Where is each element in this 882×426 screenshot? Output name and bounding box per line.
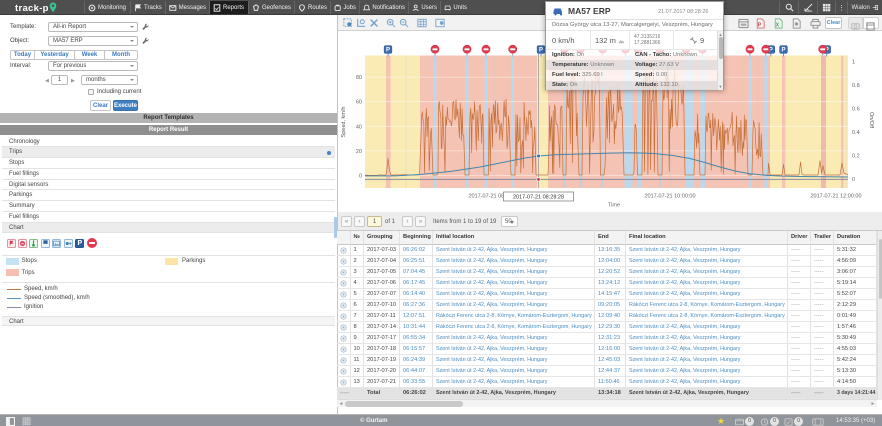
svg-text:2017-07-21 10:00:00: 2017-07-21 10:00:00: [644, 194, 695, 200]
svg-text:X: X: [776, 22, 780, 28]
svg-text:0: 0: [359, 174, 362, 180]
svg-text:Speed, km/h: Speed, km/h: [341, 107, 347, 138]
svg-text:2017-07-21 08:28:28: 2017-07-21 08:28:28: [513, 195, 564, 201]
svg-text:P: P: [539, 48, 543, 54]
svg-text:P: P: [386, 48, 390, 54]
svg-text:0.4: 0.4: [852, 130, 860, 136]
svg-text:20: 20: [356, 149, 362, 155]
svg-text:40: 40: [356, 124, 362, 130]
svg-text:P: P: [781, 48, 785, 54]
svg-text:0.2: 0.2: [852, 154, 860, 160]
svg-text:2017-07-21 12:00:00: 2017-07-21 12:00:00: [810, 194, 861, 200]
svg-text:0.6: 0.6: [852, 107, 860, 113]
svg-text:60: 60: [356, 100, 362, 106]
svg-text:P: P: [758, 22, 762, 28]
svg-text:0: 0: [852, 177, 855, 183]
svg-text:Time: Time: [608, 203, 620, 209]
svg-text:On/Off: On/Off: [868, 112, 874, 129]
svg-text:1: 1: [852, 60, 855, 66]
svg-text:80: 80: [356, 75, 362, 81]
svg-text:0.8: 0.8: [852, 83, 860, 89]
